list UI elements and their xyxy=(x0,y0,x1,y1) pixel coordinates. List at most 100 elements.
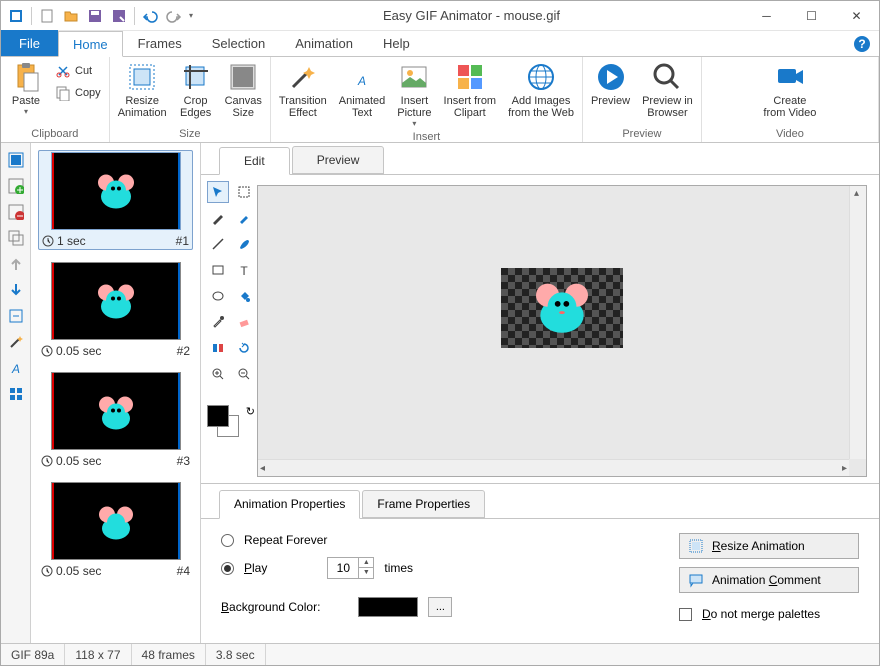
frame-item[interactable]: 1 sec#1 xyxy=(38,150,193,250)
scissors-icon xyxy=(55,63,71,79)
scrollbar-vertical[interactable]: ▴ xyxy=(849,186,866,459)
canvas-icon xyxy=(227,61,259,93)
nomerge-checkbox[interactable]: Do not merge palettes xyxy=(679,607,859,621)
move-up-icon[interactable] xyxy=(5,253,27,275)
animation-properties-tab[interactable]: Animation Properties xyxy=(219,490,360,519)
crop-icon xyxy=(180,61,212,93)
svg-text:?: ? xyxy=(858,37,865,51)
play-option[interactable]: Play xyxy=(221,561,267,575)
undo-icon[interactable] xyxy=(139,5,161,27)
grid-tool-icon[interactable] xyxy=(5,383,27,405)
add-images-web-button[interactable]: Add Imagesfrom the Web xyxy=(504,59,578,121)
foreground-color[interactable] xyxy=(207,405,229,427)
swap-colors-icon[interactable]: ↻ xyxy=(246,405,255,418)
spin-down-icon[interactable]: ▼ xyxy=(359,568,373,578)
video-icon xyxy=(774,61,806,93)
frame-thumbnail xyxy=(51,262,181,340)
marquee-tool[interactable] xyxy=(233,181,255,203)
canvas[interactable]: ▴ ◂▸ xyxy=(257,185,867,477)
resize-icon xyxy=(126,61,158,93)
frames-panel[interactable]: 1 sec#1 0.05 sec#2 0.05 sec#3 0.05 sec#4 xyxy=(31,143,201,643)
frame-properties-tab[interactable]: Frame Properties xyxy=(362,490,485,518)
close-button[interactable]: ✕ xyxy=(834,1,879,31)
duplicate-frame-icon[interactable] xyxy=(5,227,27,249)
bgcolor-picker-button[interactable]: ... xyxy=(428,597,452,617)
video-group: Createfrom Video Video ▾ xyxy=(702,57,879,142)
remove-frame-icon[interactable] xyxy=(5,201,27,223)
magnify-icon xyxy=(651,61,683,93)
rect-tool[interactable] xyxy=(207,259,229,281)
tool-a-icon[interactable] xyxy=(5,305,27,327)
play-times-input[interactable]: ▲▼ xyxy=(327,557,374,579)
frame-item[interactable]: 0.05 sec#4 xyxy=(39,482,192,578)
resize-animation-button[interactable]: ResizeAnimation xyxy=(114,59,171,121)
preview-browser-button[interactable]: Preview inBrowser xyxy=(638,59,697,121)
flip-tool[interactable] xyxy=(207,337,229,359)
animated-text-button[interactable]: AAnimatedText xyxy=(335,59,389,121)
paint-brush-tool[interactable] xyxy=(233,233,255,255)
create-from-video-button[interactable]: Createfrom Video xyxy=(759,59,820,121)
ellipse-tool[interactable] xyxy=(207,285,229,307)
insert-picture-button[interactable]: InsertPicture▾ xyxy=(393,59,435,130)
text-tool-icon[interactable]: A xyxy=(5,357,27,379)
spin-up-icon[interactable]: ▲ xyxy=(359,558,373,568)
save-as-icon[interactable] xyxy=(108,5,130,27)
cut-button[interactable]: Cut xyxy=(51,61,105,81)
scrollbar-horizontal[interactable]: ◂▸ xyxy=(258,459,849,476)
zoom-out-tool[interactable] xyxy=(233,363,255,385)
comment-icon xyxy=(688,572,704,588)
preview-tab[interactable]: Preview xyxy=(292,146,385,174)
animation-tab[interactable]: Animation xyxy=(280,30,368,56)
move-down-icon[interactable] xyxy=(5,279,27,301)
canvas-content xyxy=(501,268,623,348)
text-tool-ed[interactable]: T xyxy=(233,259,255,281)
canvas-size-button[interactable]: CanvasSize xyxy=(221,59,266,121)
pencil-tool[interactable] xyxy=(207,207,229,229)
frames-tab[interactable]: Frames xyxy=(123,30,197,56)
add-frame-icon[interactable] xyxy=(5,175,27,197)
insert-clipart-button[interactable]: Insert fromClipart xyxy=(440,59,501,121)
brush-tool[interactable] xyxy=(233,207,255,229)
maximize-button[interactable]: ☐ xyxy=(789,1,834,31)
quick-access-toolbar: ▾ xyxy=(1,5,199,27)
transition-effect-button[interactable]: TransitionEffect xyxy=(275,59,331,121)
file-tab[interactable]: File xyxy=(1,30,58,56)
animation-comment-action[interactable]: Animation Comment xyxy=(679,567,859,593)
paste-button[interactable]: Paste ▾ xyxy=(5,59,47,118)
wand-tool-icon[interactable] xyxy=(5,331,27,353)
eyedropper-tool[interactable] xyxy=(207,311,229,333)
zoom-in-tool[interactable] xyxy=(207,363,229,385)
edit-tab[interactable]: Edit xyxy=(219,147,290,175)
minimize-button[interactable]: ─ xyxy=(744,1,789,31)
save-icon[interactable] xyxy=(84,5,106,27)
pointer-tool[interactable] xyxy=(207,181,229,203)
clock-icon: 1 sec xyxy=(42,234,86,248)
frames-tool-1[interactable] xyxy=(5,149,27,171)
crop-edges-button[interactable]: CropEdges xyxy=(175,59,217,121)
help-icon[interactable]: ? xyxy=(853,35,871,53)
redo-icon[interactable] xyxy=(163,5,185,27)
new-icon[interactable] xyxy=(36,5,58,27)
frame-thumbnail xyxy=(51,482,181,560)
copy-icon xyxy=(55,85,71,101)
copy-button[interactable]: Copy xyxy=(51,83,105,103)
resize-animation-action[interactable]: Resize Animation xyxy=(679,533,859,559)
home-tab[interactable]: Home xyxy=(58,31,123,57)
line-tool[interactable] xyxy=(207,233,229,255)
frame-thumbnail xyxy=(51,152,181,230)
open-icon[interactable] xyxy=(60,5,82,27)
app-icon[interactable] xyxy=(5,5,27,27)
rotate-tool[interactable] xyxy=(233,337,255,359)
repeat-forever-option[interactable]: Repeat Forever xyxy=(221,533,452,547)
help-tab[interactable]: Help xyxy=(368,30,425,56)
resize-icon xyxy=(688,538,704,554)
preview-button[interactable]: Preview xyxy=(587,59,634,109)
selection-tab[interactable]: Selection xyxy=(197,30,280,56)
frame-item[interactable]: 0.05 sec#3 xyxy=(39,372,192,468)
bgcolor-swatch[interactable] xyxy=(358,597,418,617)
toolbox: T ↻ xyxy=(201,175,257,483)
frame-item[interactable]: 0.05 sec#2 xyxy=(39,262,192,358)
fill-tool[interactable] xyxy=(233,285,255,307)
eraser-tool[interactable] xyxy=(233,311,255,333)
qat-dropdown-icon[interactable]: ▾ xyxy=(187,11,195,20)
